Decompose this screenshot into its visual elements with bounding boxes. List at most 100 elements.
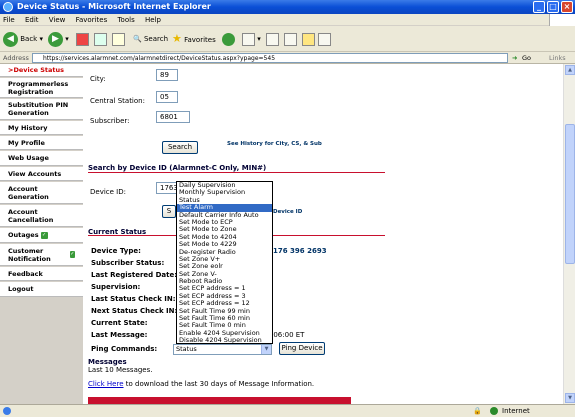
device-id-label: Device ID: xyxy=(90,188,126,196)
subscriber-label: Subscriber: xyxy=(90,117,130,125)
ping-command-select[interactable]: Status ▼ xyxy=(173,344,272,355)
menu-favorites[interactable]: Favorites xyxy=(76,16,108,24)
edit-button[interactable] xyxy=(284,30,297,48)
device-search-button[interactable]: S xyxy=(162,205,176,218)
forward-arrow-icon: ▶ xyxy=(48,31,63,47)
status-bar: 🔒 Internet xyxy=(0,404,575,417)
sidebar-item-label: Logout xyxy=(8,285,34,293)
menu-help[interactable]: Help xyxy=(145,16,161,24)
sidebar-item-customer-notification[interactable]: Customer Notification ✓ xyxy=(0,244,83,266)
back-button[interactable]: ◀ Back ▾ xyxy=(3,30,43,48)
last-registered-label: Last Registered Date: xyxy=(91,271,178,279)
history-button[interactable] xyxy=(222,30,235,48)
download-text: Click Here to download the last 30 days … xyxy=(88,380,314,388)
print-button[interactable] xyxy=(266,30,279,48)
star-icon: ★ xyxy=(172,32,182,45)
sidebar-item-my-profile[interactable]: My Profile xyxy=(0,136,83,150)
current-state-label: Current State: xyxy=(91,319,148,327)
minimize-button[interactable]: _ xyxy=(533,1,545,13)
sidebar-item-feedback[interactable]: Feedback xyxy=(0,267,83,281)
history-link[interactable]: See History for City, CS, & Sub xyxy=(227,141,322,147)
device-id-hint: Device ID xyxy=(273,209,303,215)
sidebar-item-my-history[interactable]: My History xyxy=(0,121,83,135)
window-title: Device Status - Microsoft Internet Explo… xyxy=(17,2,211,11)
sidebar: >Device Status Programmerless Registrati… xyxy=(0,64,83,404)
window-title-bar: Device Status - Microsoft Internet Explo… xyxy=(0,0,575,14)
device-search-title: Search by Device ID (Alarmnet-C Only, MI… xyxy=(88,164,267,172)
close-button[interactable]: × xyxy=(561,1,573,13)
edit-icon xyxy=(284,32,297,46)
messenger-button[interactable] xyxy=(318,30,331,48)
home-icon xyxy=(112,32,125,46)
forward-button[interactable]: ▶ ▾ xyxy=(48,30,69,48)
back-label: Back xyxy=(20,35,38,43)
city-input[interactable]: 89 xyxy=(156,69,178,81)
device-type-label: Device Type: xyxy=(91,247,141,255)
go-button[interactable]: Go xyxy=(522,52,531,64)
address-bar: Address https://services.alarmnet.com/al… xyxy=(0,52,575,64)
mail-button[interactable]: ▾ xyxy=(242,30,261,48)
main-panel: City: 89 Central Station: 05 Subscriber:… xyxy=(83,64,563,404)
sidebar-item-substitution-pin[interactable]: Substitution PIN Generation xyxy=(0,99,83,120)
discuss-button[interactable] xyxy=(302,30,315,48)
menu-view[interactable]: View xyxy=(49,16,66,24)
subscriber-status-label: Subscriber Status: xyxy=(91,259,165,267)
sidebar-item-programmerless-registration[interactable]: Programmerless Registration xyxy=(0,78,83,98)
messages-table-header xyxy=(88,397,351,404)
vertical-scrollbar[interactable]: ▲ ▼ xyxy=(563,64,575,404)
maximize-button[interactable]: □ xyxy=(547,1,559,13)
messages-title: Messages xyxy=(88,358,127,366)
last-status-check-label: Last Status Check IN: xyxy=(91,295,176,303)
sidebar-item-outages[interactable]: Outages ✓ xyxy=(0,228,83,243)
favorites-button[interactable]: ★ Favorites xyxy=(172,30,216,48)
central-station-value: 05 xyxy=(160,93,169,101)
menu-file[interactable]: File xyxy=(3,16,15,24)
ping-device-button[interactable]: Ping Device xyxy=(279,342,325,355)
messenger-icon xyxy=(318,32,331,46)
links-button[interactable]: Links xyxy=(549,52,566,64)
chevron-down-icon: ▼ xyxy=(261,345,271,354)
scroll-up-icon[interactable]: ▲ xyxy=(565,65,575,75)
sidebar-item-label: Customer Notification xyxy=(8,246,51,263)
page-content: >Device Status Programmerless Registrati… xyxy=(0,64,575,404)
click-here-link[interactable]: Click Here xyxy=(88,380,124,388)
menu-edit[interactable]: Edit xyxy=(25,16,39,24)
scroll-down-icon[interactable]: ▼ xyxy=(565,393,575,403)
sidebar-item-device-status[interactable]: >Device Status xyxy=(0,64,83,77)
stop-button[interactable] xyxy=(76,30,89,48)
central-station-input[interactable]: 05 xyxy=(156,91,178,103)
sidebar-item-logout[interactable]: Logout xyxy=(0,282,83,297)
search-submit-button[interactable]: Search xyxy=(162,141,198,154)
scroll-thumb[interactable] xyxy=(565,124,575,264)
sidebar-item-label: Feedback xyxy=(8,269,43,278)
city-value: 89 xyxy=(160,71,169,79)
go-arrow-icon: ➜ xyxy=(512,54,518,62)
stop-icon xyxy=(76,32,89,46)
check-icon: ✓ xyxy=(69,251,75,258)
next-status-check-label: Next Status Check IN: xyxy=(91,307,178,315)
device-type-value: 176 396 2693 xyxy=(273,247,327,255)
command-dropdown-list[interactable]: Daily Supervision Monthly Supervision Stat… xyxy=(176,181,273,344)
sidebar-item-label: Account Cancellation xyxy=(8,207,54,224)
refresh-icon xyxy=(94,32,107,46)
refresh-button[interactable] xyxy=(94,30,107,48)
zone-label: Internet xyxy=(502,407,530,415)
sidebar-item-label: My History xyxy=(8,123,48,132)
address-input[interactable]: https://services.alarmnet.com/alarmnetdi… xyxy=(32,53,508,63)
sidebar-item-label: Programmerless Registration xyxy=(8,79,69,96)
folder-icon xyxy=(302,32,315,46)
sidebar-item-account-cancellation[interactable]: Account Cancellation xyxy=(0,205,83,227)
sidebar-item-account-generation[interactable]: Account Generation xyxy=(0,182,83,204)
subscriber-input[interactable]: 6801 xyxy=(156,111,190,123)
sidebar-item-label: Substitution PIN Generation xyxy=(8,101,69,117)
sidebar-item-web-usage[interactable]: Web Usage xyxy=(0,151,83,166)
home-button[interactable] xyxy=(112,30,125,48)
sidebar-item-label: >Device Status xyxy=(8,66,65,74)
search-label: Search xyxy=(143,35,169,43)
device-id-input[interactable]: 1763 xyxy=(156,182,178,194)
sidebar-item-view-accounts[interactable]: View Accounts xyxy=(0,167,83,181)
internet-zone-icon xyxy=(490,407,498,415)
search-button[interactable]: 🔍 Search xyxy=(133,30,168,48)
dropdown-option[interactable]: Disable 4204 Supervision xyxy=(177,336,272,343)
menu-tools[interactable]: Tools xyxy=(117,16,134,24)
